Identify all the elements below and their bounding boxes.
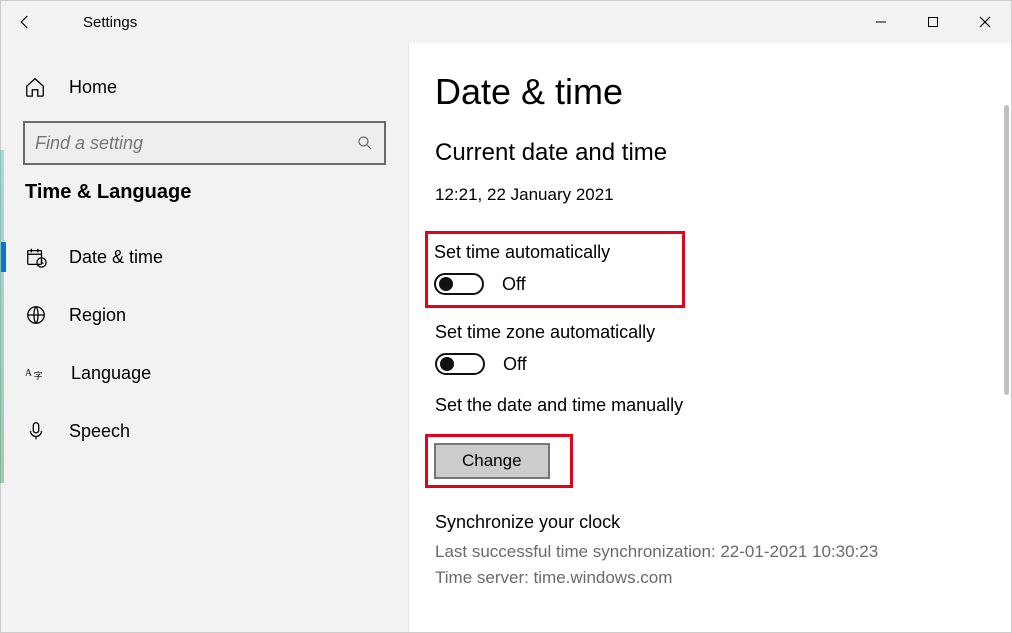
set-timezone-auto-toggle[interactable] <box>435 353 485 375</box>
language-icon: A字 <box>25 363 49 383</box>
maximize-button[interactable] <box>907 1 959 43</box>
set-timezone-auto-label: Set time zone automatically <box>435 322 991 343</box>
calendar-clock-icon <box>25 246 47 268</box>
set-timezone-auto-block: Set time zone automatically Off <box>435 322 991 375</box>
current-date-heading: Current date and time <box>435 139 991 167</box>
sidebar-item-label: Region <box>69 305 126 326</box>
settings-window: Settings Home <box>0 0 1012 633</box>
close-icon <box>979 16 991 28</box>
sidebar-section-title: Time & Language <box>25 181 386 204</box>
sidebar-item-language[interactable]: A字 Language <box>25 344 386 402</box>
maximize-icon <box>927 16 939 28</box>
sidebar: Home Time & Language Date & time <box>1 43 409 632</box>
svg-text:字: 字 <box>34 370 43 381</box>
microphone-icon <box>25 420 47 442</box>
sidebar-item-speech[interactable]: Speech <box>25 402 386 460</box>
manual-set-label: Set the date and time manually <box>435 395 991 416</box>
vertical-scrollbar[interactable] <box>1004 105 1009 395</box>
sidebar-item-label: Language <box>71 363 151 384</box>
highlight-set-time-auto: Set time automatically Off <box>425 231 685 308</box>
set-time-auto-state: Off <box>502 274 526 295</box>
close-button[interactable] <box>959 1 1011 43</box>
titlebar: Settings <box>1 1 1011 43</box>
minimize-icon <box>875 16 887 28</box>
sync-clock-heading: Synchronize your clock <box>435 512 991 533</box>
sidebar-item-date-time[interactable]: Date & time <box>25 228 386 286</box>
change-button[interactable]: Change <box>434 443 550 479</box>
set-timezone-auto-state: Off <box>503 354 527 375</box>
decorative-edge <box>0 150 4 483</box>
sidebar-item-label: Speech <box>69 421 130 442</box>
sidebar-home-label: Home <box>69 77 117 98</box>
current-date-value: 12:21, 22 January 2021 <box>435 185 991 205</box>
highlight-change-button: Change <box>425 434 573 488</box>
main-content: Date & time Current date and time 12:21,… <box>409 43 1011 632</box>
search-box[interactable] <box>23 121 386 165</box>
window-title: Settings <box>49 14 137 31</box>
svg-text:A: A <box>25 367 32 378</box>
set-time-auto-toggle[interactable] <box>434 273 484 295</box>
minimize-button[interactable] <box>855 1 907 43</box>
search-input[interactable] <box>35 133 356 154</box>
sidebar-item-label: Date & time <box>69 247 163 268</box>
back-button[interactable] <box>1 13 49 31</box>
sidebar-home[interactable]: Home <box>23 61 386 113</box>
search-icon <box>356 134 374 152</box>
home-icon <box>23 76 47 98</box>
back-arrow-icon <box>16 13 34 31</box>
sidebar-item-region[interactable]: Region <box>25 286 386 344</box>
globe-icon <box>25 304 47 326</box>
sync-clock-section: Synchronize your clock Last successful t… <box>435 512 991 590</box>
sync-last-line: Last successful time synchronization: 22… <box>435 539 991 565</box>
page-title: Date & time <box>435 71 991 113</box>
set-time-auto-label: Set time automatically <box>434 242 672 263</box>
sync-server-line: Time server: time.windows.com <box>435 565 991 591</box>
manual-set-block: Set the date and time manually Change <box>435 395 991 488</box>
